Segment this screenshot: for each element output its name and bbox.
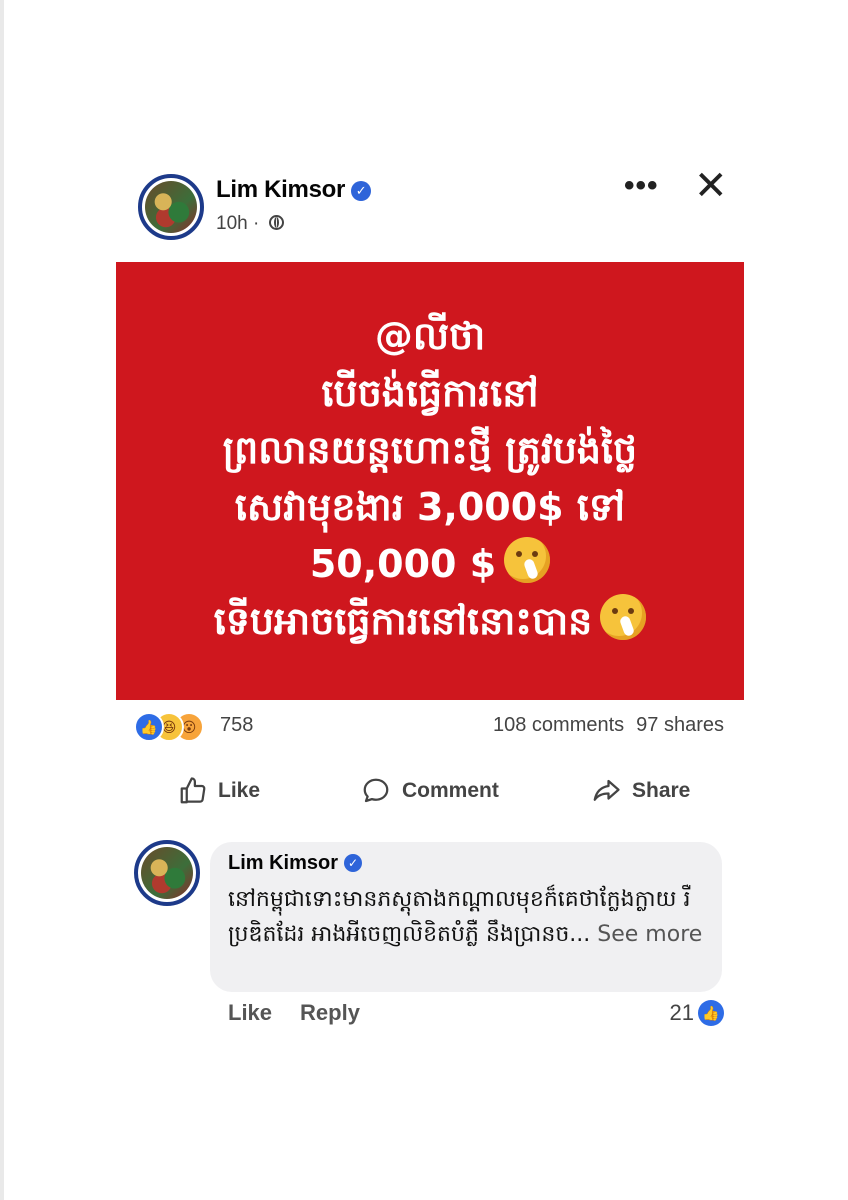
comment-actions: Like Reply xyxy=(228,1000,360,1026)
engagement-counts: 108 comments 97 shares xyxy=(493,714,724,737)
comment-author[interactable]: Lim Kimsor ✓ xyxy=(228,852,363,875)
comment-button-label: Comment xyxy=(402,779,499,802)
image-text-body: @លីថា បើចង់ធ្វើការនៅ ព្រលានយន្តហោះថ្មី ត… xyxy=(222,314,638,586)
share-count[interactable]: 97 shares xyxy=(636,714,724,736)
like-button-label: Like xyxy=(218,779,261,802)
comment-like-count[interactable]: 21 👍 xyxy=(670,1000,724,1026)
close-icon[interactable]: ✕ xyxy=(694,166,728,206)
more-options-icon[interactable]: ••• xyxy=(624,171,659,201)
comment-author-avatar[interactable] xyxy=(134,840,200,906)
facebook-post-card: Lim Kimsor ✓ 10h · ••• ✕ @លីថា បើចង់ធ្វើក… xyxy=(116,158,744,1030)
comment-count[interactable]: 108 comments xyxy=(493,714,624,736)
scan-edge xyxy=(0,0,4,1200)
like-reaction-icon: 👍 xyxy=(134,712,164,742)
comment-like-reaction-icon: 👍 xyxy=(698,1000,724,1026)
post-author[interactable]: Lim Kimsor ✓ xyxy=(216,176,372,204)
post-author-name[interactable]: Lim Kimsor xyxy=(216,176,345,203)
like-button[interactable]: Like xyxy=(178,776,260,806)
share-arrow-icon xyxy=(593,779,620,801)
thumbs-up-icon xyxy=(180,777,206,804)
comment-bubble: Lim Kimsor ✓ នៅកម្ពុជាទោះមានភស្តុតាងកណ្តា… xyxy=(210,842,722,992)
comment-author-name[interactable]: Lim Kimsor xyxy=(228,852,338,874)
verified-badge-icon: ✓ xyxy=(351,181,372,201)
reaction-count[interactable]: 758 xyxy=(220,714,253,737)
image-text-last-line: ទើបអាចធ្វើការនៅនោះបាន xyxy=(213,599,593,643)
shushing-face-emoji-icon xyxy=(504,537,551,583)
comment-bubble-icon xyxy=(363,778,389,803)
comment-like-button[interactable]: Like xyxy=(228,1000,272,1025)
globe-icon xyxy=(268,215,284,230)
see-more-link[interactable]: See more xyxy=(597,922,702,947)
comment-verified-badge-icon: ✓ xyxy=(344,854,363,872)
author-avatar[interactable] xyxy=(138,174,204,240)
shushing-face-emoji-icon-2 xyxy=(600,594,647,640)
comment-reply-button[interactable]: Reply xyxy=(300,1000,360,1025)
share-button-label: Share xyxy=(632,779,691,802)
comment-like-number: 21 xyxy=(669,1000,694,1025)
post-image-text: @លីថា បើចង់ធ្វើការនៅ ព្រលានយន្តហោះថ្មី ត… xyxy=(116,308,744,650)
comment-text: នៅកម្ពុជាទោះមានភស្តុតាងកណ្តាលមុខក៏គេថាក្… xyxy=(228,882,708,952)
comment-button[interactable]: Comment xyxy=(360,776,499,806)
post-time[interactable]: 10h xyxy=(216,213,248,234)
post-meta: 10h · xyxy=(216,213,284,235)
share-button[interactable]: Share xyxy=(590,776,690,806)
post-image[interactable]: @លីថា បើចង់ធ្វើការនៅ ព្រលានយន្តហោះថ្មី ត… xyxy=(116,262,744,700)
